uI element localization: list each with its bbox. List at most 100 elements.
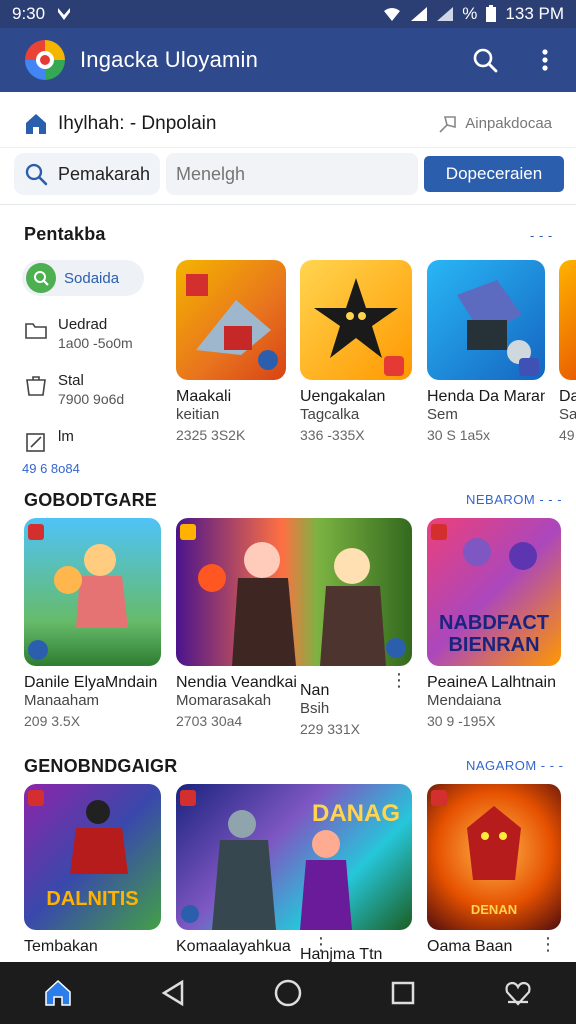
app-sub: Manaaham	[24, 692, 100, 709]
signal-text: %	[462, 4, 478, 23]
app-sub: Momarasakah	[176, 692, 272, 709]
app-thumbnail	[24, 518, 161, 666]
share-label: Ainpakdocaa	[465, 115, 552, 132]
search-chip-label: Pemakarah	[57, 163, 150, 184]
section-title-1: Pentakba	[24, 224, 106, 244]
app-card[interactable]: Uengakalan Tagcalka 336 -335X	[300, 260, 412, 444]
app-name: Nendia Veandkai	[176, 674, 296, 691]
more-options-icon[interactable]: ⋮	[312, 934, 408, 955]
app-meta: 209 3.5X	[24, 713, 81, 729]
app-card[interactable]: Da Sa 49	[559, 260, 576, 444]
folder-icon	[25, 323, 47, 339]
circle-home-icon	[274, 979, 302, 1007]
notification-icon	[58, 8, 71, 20]
back-icon	[161, 979, 184, 1007]
app-sub: keitian	[176, 406, 220, 423]
overflow-menu-icon	[542, 49, 548, 71]
share-link[interactable]: Ainpakdocaa	[437, 113, 552, 135]
search-icon	[25, 163, 48, 186]
app-name: Henda Da Maran	[427, 388, 545, 405]
app-meta: 30 S 1a5x	[427, 427, 491, 443]
wifi-icon	[384, 8, 401, 21]
nav-circle-button[interactable]	[266, 971, 310, 1015]
filter-active[interactable]: Sodaida	[22, 260, 144, 296]
cover-title: NABDFACT	[439, 612, 549, 634]
app-sub: Sa	[559, 406, 576, 423]
app-name: Da	[559, 388, 576, 405]
app-card[interactable]: Danile ElyaMndain Manaaham 209 3.5X	[24, 518, 161, 730]
search-chip[interactable]: Pemakarah	[14, 153, 160, 195]
app-sub: Mendaiana	[427, 692, 502, 709]
filter-label: Stal	[58, 372, 84, 389]
app-card[interactable]: Nendia Veandkai Momarasakah 2703 30a4 Na…	[176, 518, 412, 737]
filter-item[interactable]: lm	[22, 428, 162, 453]
section-3-more[interactable]: NAGAROM - - -	[466, 758, 564, 773]
app-meta: 2703 30a4	[176, 713, 243, 729]
app-card[interactable]: Henda Da Maran Sem 30 S 1a5x	[427, 260, 545, 444]
app-card[interactable]: DALNITIS Tembakan	[24, 784, 161, 956]
app-meta: 49	[559, 427, 575, 443]
app-thumbnail	[176, 260, 286, 380]
section-title-3: GENOBNDGAIGR	[24, 756, 178, 776]
search-row: Pemakarah Dopeceraien	[14, 152, 564, 196]
app-thumbnail	[176, 518, 412, 666]
nav-back-button[interactable]	[151, 971, 195, 1015]
app-name: Danile ElyaMndain	[24, 674, 158, 691]
filter-item[interactable]: Uedrad 1a00 -5o0m	[22, 316, 162, 352]
app-name: Komaalayahkua	[176, 938, 291, 955]
more-options-icon[interactable]: ⋮	[539, 934, 557, 955]
status-clock: 133 PM	[505, 4, 564, 23]
app-thumbnail: NABDFACT BIENRAN	[427, 518, 561, 666]
app-sub: Tagcalka	[300, 406, 360, 423]
filter-list: Sodaida Uedrad 1a00 -5o0m Stal 7900 9o6d l…	[22, 260, 162, 476]
home-icon	[44, 979, 71, 1006]
favorite-icon	[505, 981, 531, 1006]
app-meta: 229 331X	[300, 721, 360, 737]
search-icon	[26, 263, 56, 293]
more-options-icon[interactable]: ⋮	[390, 670, 408, 691]
breadcrumb-text: Ihylhah: - Dnpolain	[58, 112, 217, 134]
filter-active-label: Sodaida	[64, 269, 120, 287]
battery-icon	[486, 5, 497, 22]
recents-icon	[391, 981, 415, 1005]
nav-recents-button[interactable]	[381, 971, 425, 1015]
app-name: Tembakan	[24, 938, 98, 955]
signal-icon	[411, 7, 428, 21]
app-sub: Bsih	[300, 700, 330, 717]
app-thumbnail	[300, 260, 412, 380]
app-meta: 2325 3S2K	[176, 427, 246, 443]
nav-home-button[interactable]	[36, 971, 80, 1015]
search-input[interactable]	[166, 153, 418, 195]
signal-icon-2	[437, 7, 454, 21]
app-card[interactable]: Maakali keitian 2325 3S2K	[176, 260, 286, 444]
nav-favorite-button[interactable]	[496, 971, 540, 1015]
filter-label: Uedrad	[58, 316, 108, 333]
app-thumbnail	[559, 260, 576, 380]
app-name: Maakali	[176, 388, 232, 405]
status-time: 9:30	[12, 4, 46, 23]
cover-title: DANAG	[312, 800, 400, 827]
app-card[interactable]: DENAN Oama Baan ⋮	[427, 784, 561, 956]
breadcrumb: Ihylhah: - Dnpolain Ainpakdocaa	[0, 100, 576, 148]
app-meta: 336 -335X	[300, 427, 365, 443]
filter-sub: 1a00 -5o0m	[58, 335, 133, 351]
more-label: NAGAROM	[466, 758, 537, 773]
home-icon[interactable]	[24, 112, 48, 136]
filter-extra: 49 6 8o84	[22, 461, 80, 476]
bottom-nav	[0, 962, 576, 1024]
section-title-2: GOBODTGARE	[24, 490, 158, 510]
app-name: Uengakalan	[300, 388, 386, 405]
app-card[interactable]: NABDFACT BIENRAN PeaineA Lalhtnain Menda…	[427, 518, 561, 730]
share-icon	[439, 115, 457, 133]
cover-title: DALNITIS	[46, 888, 139, 910]
app-thumbnail: DANAG	[176, 784, 412, 930]
overflow-menu-button[interactable]	[530, 45, 560, 75]
app-card[interactable]: DANAG Komaalayahkua Hanjma Ttn ⋮	[176, 784, 412, 963]
filter-item[interactable]: Stal 7900 9o6d	[22, 372, 162, 408]
section-2-more[interactable]: NEBAROM - - -	[466, 492, 562, 507]
more-label: NEBAROM	[466, 492, 536, 507]
search-button[interactable]	[470, 45, 500, 75]
search-submit-button[interactable]: Dopeceraien	[424, 156, 564, 192]
section-1-more[interactable]: - - -	[530, 228, 553, 243]
app-sub: Sem	[427, 406, 458, 423]
